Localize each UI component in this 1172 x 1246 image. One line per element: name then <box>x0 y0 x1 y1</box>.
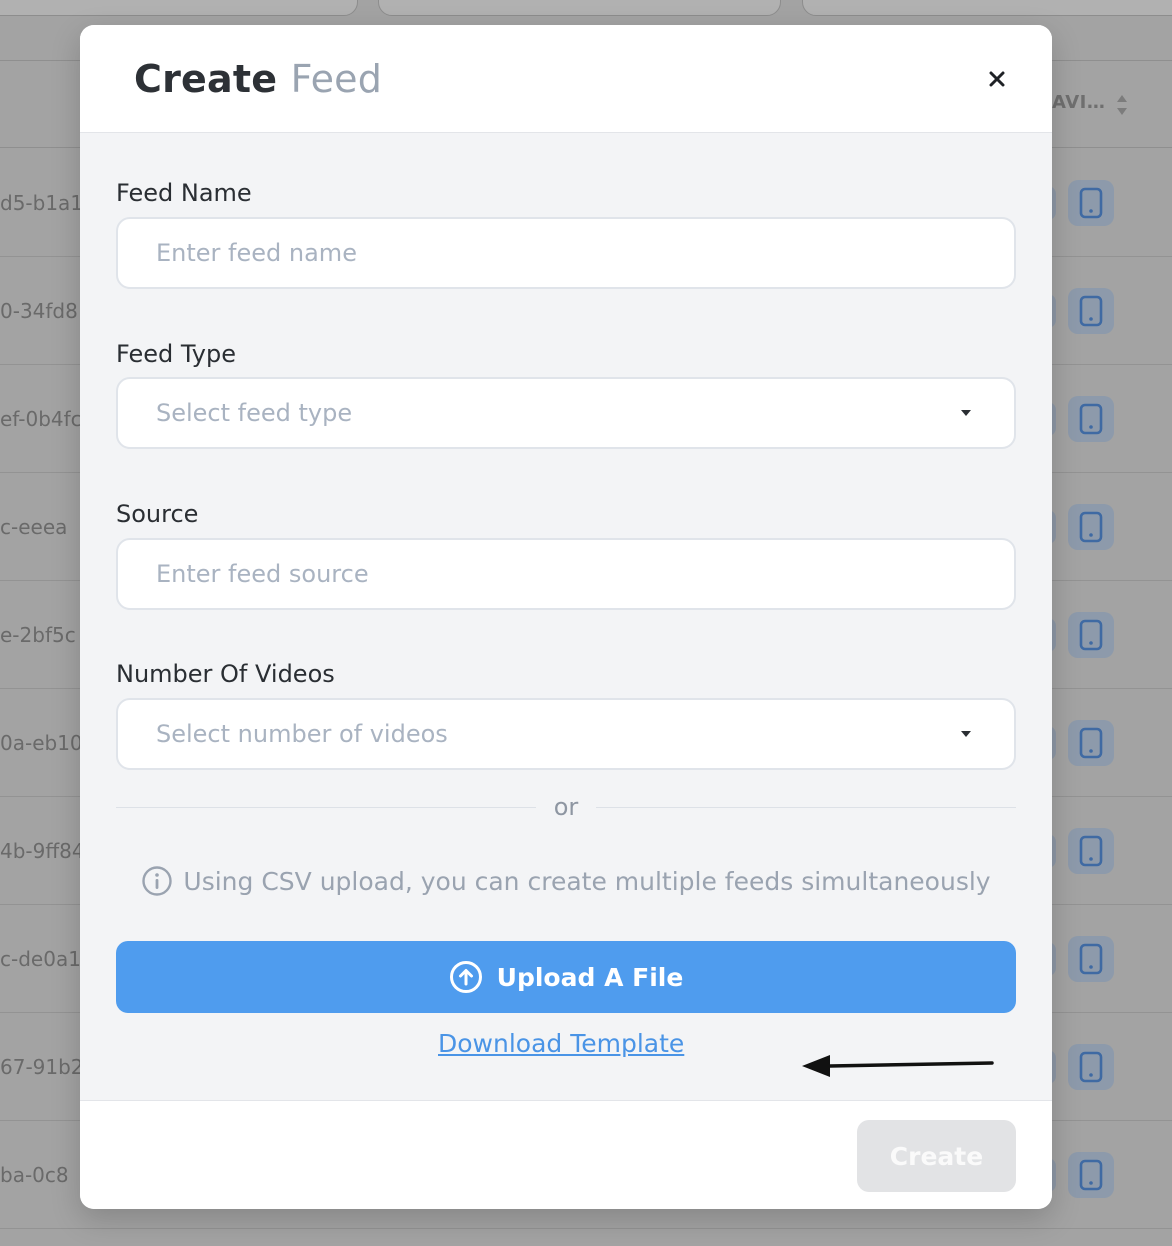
source-input[interactable] <box>156 560 976 588</box>
tablet-icon <box>1079 1159 1103 1190</box>
info-icon <box>142 866 173 896</box>
source-label: Source <box>116 500 199 528</box>
row-id: c-eeea <box>0 514 68 539</box>
device-button <box>1068 611 1114 658</box>
row-id: 0-34fd8 <box>0 298 78 323</box>
csv-info: Using CSV upload, you can create multipl… <box>80 865 1052 897</box>
tablet-icon <box>1079 619 1103 650</box>
number-of-videos-label: Number Of Videos <box>116 660 335 688</box>
row-id: 0a-eb10 <box>0 730 83 755</box>
number-of-videos-select[interactable]: Select number of videos <box>116 698 1016 770</box>
tablet-icon <box>1079 295 1103 326</box>
device-button <box>1068 287 1114 334</box>
row-id: e-2bf5c <box>0 622 76 647</box>
upload-file-button[interactable]: Upload A File <box>116 941 1016 1013</box>
row-id: d5-b1a1 <box>0 190 84 215</box>
chevron-down-icon <box>961 410 971 416</box>
or-divider: or <box>116 787 1016 827</box>
modal-title-accent: Feed <box>290 57 383 101</box>
tablet-icon <box>1079 403 1103 434</box>
create-button[interactable]: Create <box>857 1120 1016 1192</box>
csv-info-text: Using CSV upload, you can create multipl… <box>183 866 991 896</box>
feed-name-label: Feed Name <box>116 179 252 207</box>
modal-footer: Create <box>80 1100 1052 1209</box>
tablet-icon <box>1079 511 1103 542</box>
device-button <box>1068 1043 1114 1090</box>
tablet-icon <box>1079 943 1103 974</box>
device-button <box>1068 1151 1114 1198</box>
annotation-arrow-icon <box>802 1055 994 1077</box>
sort-icon <box>1117 95 1127 115</box>
feed-name-field <box>116 217 1016 289</box>
tablet-icon <box>1079 835 1103 866</box>
source-field <box>116 538 1016 610</box>
row-id: 4b-9ff84 <box>0 838 85 863</box>
device-button <box>1068 503 1114 550</box>
tablet-icon <box>1079 727 1103 758</box>
tablet-icon <box>1079 187 1103 218</box>
background-card <box>802 0 1172 16</box>
row-id: ba-0c8 <box>0 1162 69 1187</box>
upload-file-label: Upload A File <box>496 962 684 992</box>
feed-type-label: Feed Type <box>116 340 237 368</box>
device-button <box>1068 935 1114 982</box>
modal-title-main: Create <box>134 57 278 101</box>
background-cards <box>0 0 1172 16</box>
divider-text: or <box>553 793 579 821</box>
row-id: 67-91b2 <box>0 1054 84 1079</box>
modal-header: Create Feed <box>80 25 1052 133</box>
background-card <box>0 0 358 16</box>
background-card <box>378 0 781 16</box>
close-icon <box>989 71 1005 87</box>
create-feed-modal: Create Feed Feed Name Feed Type Select f… <box>80 25 1052 1209</box>
device-button <box>1068 827 1114 874</box>
upload-icon <box>449 961 482 993</box>
download-template-link[interactable]: Download Template <box>438 1029 684 1058</box>
number-of-videos-placeholder: Select number of videos <box>156 720 448 748</box>
device-button <box>1068 395 1114 442</box>
tablet-icon <box>1079 1051 1103 1082</box>
chevron-down-icon <box>961 731 971 737</box>
close-button[interactable] <box>983 65 1011 93</box>
row-id: ef-0b4fc <box>0 406 82 431</box>
feed-name-input[interactable] <box>156 239 976 267</box>
feed-type-select[interactable]: Select feed type <box>116 377 1016 449</box>
modal-title: Create Feed <box>134 57 382 101</box>
device-button <box>1068 719 1114 766</box>
feed-type-placeholder: Select feed type <box>156 399 353 427</box>
device-button <box>1068 179 1114 226</box>
background-column-header: AVI… <box>1052 92 1106 113</box>
